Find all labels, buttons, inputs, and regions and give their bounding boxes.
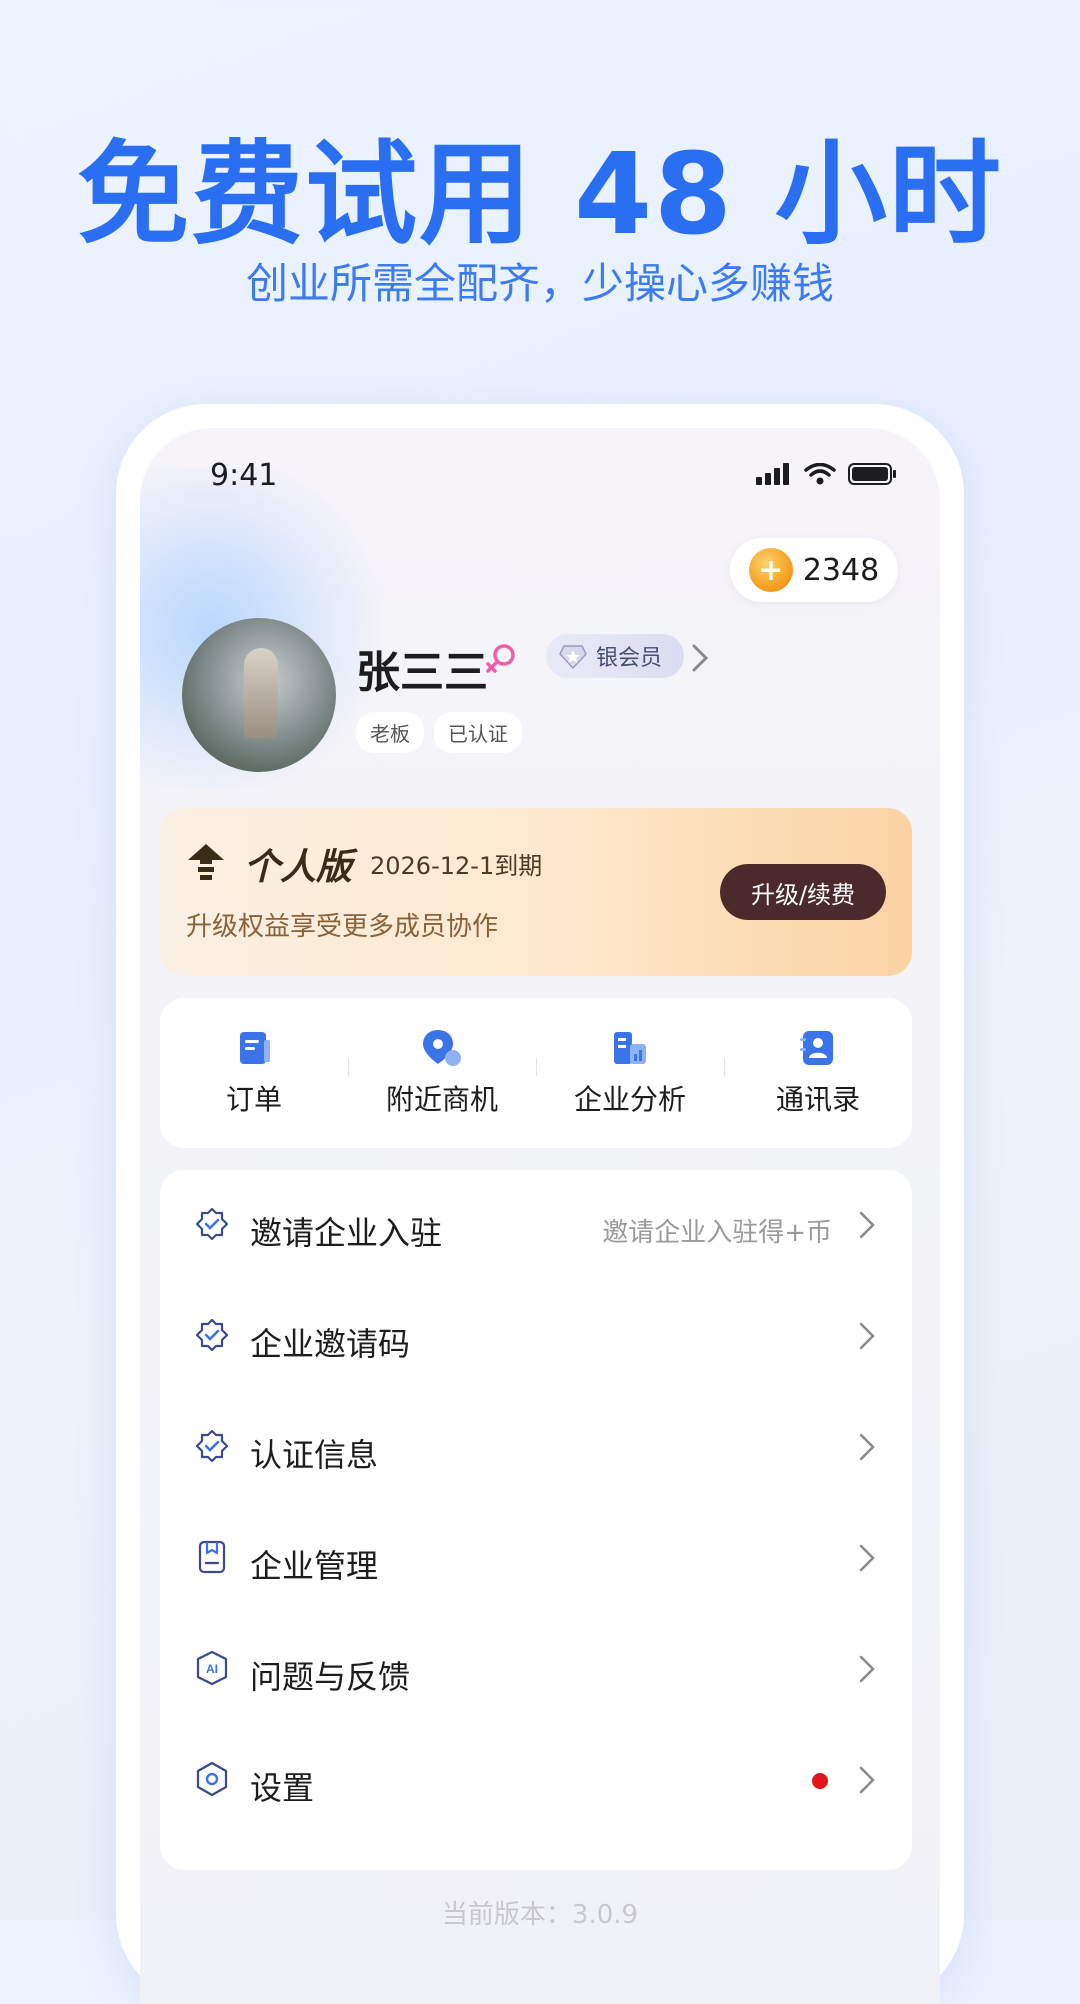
- ai-shield-icon: AI: [196, 1650, 228, 1686]
- chevron-right-icon: [859, 1211, 875, 1239]
- document-icon: [198, 1540, 226, 1574]
- profile-tags: 老板 已认证: [356, 712, 522, 753]
- chevron-right-icon: [859, 1766, 875, 1794]
- status-time: 9:41: [210, 458, 278, 493]
- notification-dot: [812, 1773, 828, 1789]
- menu-label: 设置: [250, 1769, 315, 1807]
- vip-expire: 2026-12-1到期: [370, 852, 543, 880]
- wifi-icon: [804, 463, 836, 485]
- promo-subtitle: 创业所需全配齐，少操心多赚钱: [245, 259, 834, 308]
- chevron-right-icon[interactable]: [690, 642, 710, 674]
- shortcut-nearby[interactable]: 附近商机: [348, 1028, 536, 1118]
- coin-value: 2348: [802, 552, 880, 588]
- vip-description: 升级权益享受更多成员协作: [186, 912, 499, 942]
- shortcut-contacts[interactable]: 通讯录: [724, 1028, 912, 1118]
- shortcut-label: 企业分析: [573, 1083, 686, 1116]
- phone-frame: 9:41 + 2348 张三三 银会员 老板 已认证 个人版 2026-12-1…: [116, 404, 964, 2004]
- signal-icon: [756, 463, 789, 485]
- menu-hint: 邀请企业入驻得+币: [602, 1218, 832, 1248]
- menu-label: 邀请企业入驻: [250, 1214, 443, 1252]
- upgrade-renew-button[interactable]: 升级/续费: [720, 864, 886, 920]
- tag-verified: 已认证: [434, 712, 522, 753]
- settings-menu: 邀请企业入驻 邀请企业入驻得+币 企业邀请码 认证信息 企业管理 AI 问题与反…: [160, 1170, 912, 1870]
- shortcut-grid: 订单 附近商机 企业分析 通讯录: [160, 998, 912, 1148]
- menu-item-company-management[interactable]: 企业管理: [160, 1503, 912, 1614]
- battery-icon: [848, 463, 896, 485]
- star-icon: [559, 645, 587, 670]
- menu-label: 企业管理: [250, 1547, 379, 1585]
- shortcut-label: 通讯录: [775, 1083, 860, 1116]
- tag-role: 老板: [356, 712, 424, 753]
- location-icon: [423, 1030, 461, 1066]
- analysis-icon: [614, 1032, 646, 1064]
- hexagon-settings-icon: [196, 1761, 228, 1797]
- menu-label: 企业邀请码: [250, 1325, 411, 1363]
- vip-title: 个人版: [244, 847, 353, 888]
- menu-item-feedback[interactable]: AI 问题与反馈: [160, 1614, 912, 1725]
- member-badge[interactable]: 银会员: [546, 634, 685, 678]
- menu-item-verification[interactable]: 认证信息: [160, 1392, 912, 1503]
- upgrade-arrow-icon: [188, 844, 224, 880]
- shortcut-label: 订单: [225, 1083, 282, 1116]
- menu-item-settings[interactable]: 设置: [160, 1725, 912, 1836]
- female-icon: [486, 644, 515, 673]
- shortcut-analysis[interactable]: 企业分析: [536, 1028, 724, 1118]
- member-level: 银会员: [596, 646, 663, 671]
- badge-check-icon: [195, 1318, 229, 1352]
- menu-label: 问题与反馈: [250, 1658, 411, 1696]
- contacts-icon: [800, 1031, 833, 1065]
- status-icons: [756, 462, 898, 486]
- badge-check-icon: [195, 1207, 229, 1241]
- promo-title: 免费试用 48 小时: [77, 130, 1003, 260]
- menu-item-invite-company[interactable]: 邀请企业入驻 邀请企业入驻得+币: [160, 1170, 912, 1281]
- chevron-right-icon: [859, 1322, 875, 1350]
- coin-balance[interactable]: + 2348: [730, 538, 898, 602]
- shortcut-orders[interactable]: 订单: [160, 1028, 348, 1118]
- chevron-right-icon: [859, 1544, 875, 1572]
- menu-item-invite-code[interactable]: 企业邀请码: [160, 1281, 912, 1392]
- vip-card[interactable]: 个人版 2026-12-1到期 升级权益享受更多成员协作 升级/续费: [160, 808, 912, 976]
- user-name: 张三三: [356, 647, 488, 698]
- chevron-right-icon: [859, 1433, 875, 1461]
- avatar[interactable]: [182, 618, 336, 772]
- coin-icon: +: [748, 548, 793, 592]
- shortcut-label: 附近商机: [385, 1083, 498, 1116]
- badge-check-icon: [195, 1429, 229, 1463]
- phone-screen: 9:41 + 2348 张三三 银会员 老板 已认证 个人版 2026-12-1…: [140, 428, 940, 2004]
- svg-text:AI: AI: [206, 1662, 218, 1676]
- menu-label: 认证信息: [250, 1436, 379, 1474]
- chevron-right-icon: [859, 1655, 875, 1683]
- order-icon: [240, 1032, 270, 1064]
- app-version: 当前版本：3.0.9: [441, 1900, 639, 1930]
